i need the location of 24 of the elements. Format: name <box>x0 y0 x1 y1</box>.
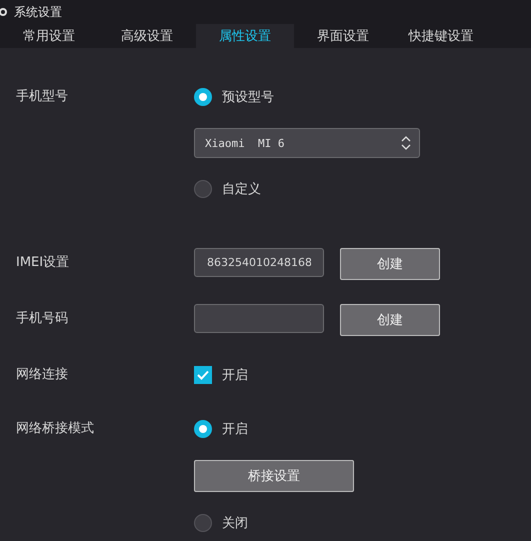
model-select[interactable]: Xiaomi MI 6 <box>194 128 420 158</box>
input-field[interactable]: 863254010248168 <box>194 248 324 277</box>
checkbox[interactable] <box>194 366 212 384</box>
field-label: 手机号码 <box>16 310 69 328</box>
radio-label: 自定义 <box>222 181 261 198</box>
radio-label: 开启 <box>222 421 248 438</box>
radio-button[interactable] <box>194 180 212 198</box>
radio-label: 关闭 <box>222 515 248 532</box>
radio-label: 预设型号 <box>222 89 274 106</box>
create-button[interactable]: 创建 <box>340 248 440 280</box>
window-title: 系统设置 <box>14 4 62 20</box>
field-label: 网络连接 <box>16 366 69 384</box>
create-button[interactable]: 创建 <box>340 304 440 336</box>
bridge-settings-button[interactable]: 桥接设置 <box>194 460 354 492</box>
input-field[interactable] <box>194 304 324 333</box>
field-label: 手机型号 <box>16 88 69 106</box>
field-label: IMEI设置 <box>16 254 70 272</box>
radio-button[interactable] <box>194 420 212 438</box>
updown-icon <box>401 135 411 151</box>
checkbox-label: 开启 <box>222 367 248 384</box>
field-label: 网络桥接模式 <box>16 420 95 438</box>
radio-button[interactable] <box>194 514 212 532</box>
radio-button[interactable] <box>194 88 212 106</box>
tab[interactable]: 属性设置 <box>196 24 294 48</box>
